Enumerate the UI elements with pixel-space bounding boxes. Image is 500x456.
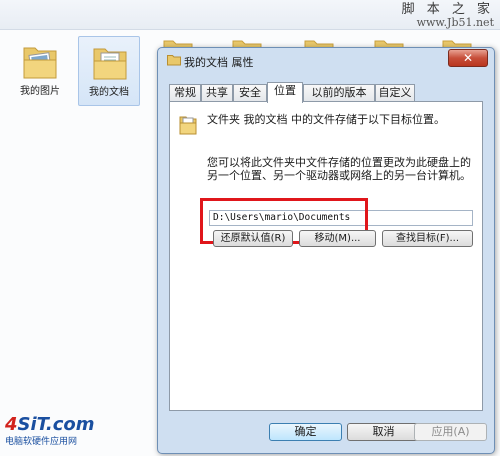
tab-customize[interactable]: 自定义 [375,84,415,102]
location-heading: 文件夹 我的文档 中的文件存储于以下目标位置。 [207,113,445,126]
folder-my-pictures[interactable]: 我的图片 [9,36,71,106]
watermark-line1: 脚 本 之 家 [401,2,494,17]
location-description: 您可以将此文件夹中文件存储的位置更改为此硬盘上的另一个位置、另一个驱动器或网络上… [207,156,471,182]
tab-previous-versions[interactable]: 以前的版本 [303,84,375,102]
dialog-titlebar[interactable]: 我的文档 属性 ✕ [158,48,494,74]
properties-dialog: 我的文档 属性 ✕ 常规 共享 安全 位置 以前的版本 自定义 文件夹 我的文档… [157,47,495,454]
tab-bar: 常规 共享 安全 位置 以前的版本 自定义 [169,82,487,103]
ok-button[interactable]: 确定 [269,423,342,441]
close-button[interactable]: ✕ [448,49,488,67]
restore-default-button[interactable]: 还原默认值(R) [213,230,293,247]
tab-sharing[interactable]: 共享 [201,84,233,102]
logo-subtitle: 电脑软硬件应用网 [5,437,78,447]
close-icon: ✕ [462,51,474,65]
watermark-line2: www.Jb51.net [416,16,494,29]
tab-general[interactable]: 常规 [169,84,201,102]
find-target-button[interactable]: 查找目标(F)... [382,230,473,247]
logo-text-part1: 4 [5,414,18,435]
watermark-4sit-logo: 4SiT.com 电脑软硬件应用网 [5,414,155,454]
apply-button[interactable]: 应用(A) [414,423,487,441]
logo-text: 4SiT.com [5,414,95,435]
tab-security[interactable]: 安全 [233,84,267,102]
location-panel: 文件夹 我的文档 中的文件存储于以下目标位置。 您可以将此文件夹中文件存储的位置… [169,101,483,411]
cancel-button[interactable]: 取消 [347,423,420,441]
logo-text-part2: SiT.com [17,414,95,435]
tab-location[interactable]: 位置 [267,82,303,103]
documents-folder-icon [93,48,127,80]
folder-label: 我的文档 [89,87,129,98]
folder-icon [179,116,197,135]
pictures-folder-icon [23,47,57,79]
folder-my-documents[interactable]: 我的文档 [78,36,140,106]
folder-label: 我的图片 [20,86,60,97]
watermark-jb51: 脚 本 之 家 www.Jb51.net [402,3,494,29]
move-button[interactable]: 移动(M)... [299,230,376,247]
dialog-title: 我的文档 属性 [184,56,254,69]
folder-icon [167,55,181,66]
